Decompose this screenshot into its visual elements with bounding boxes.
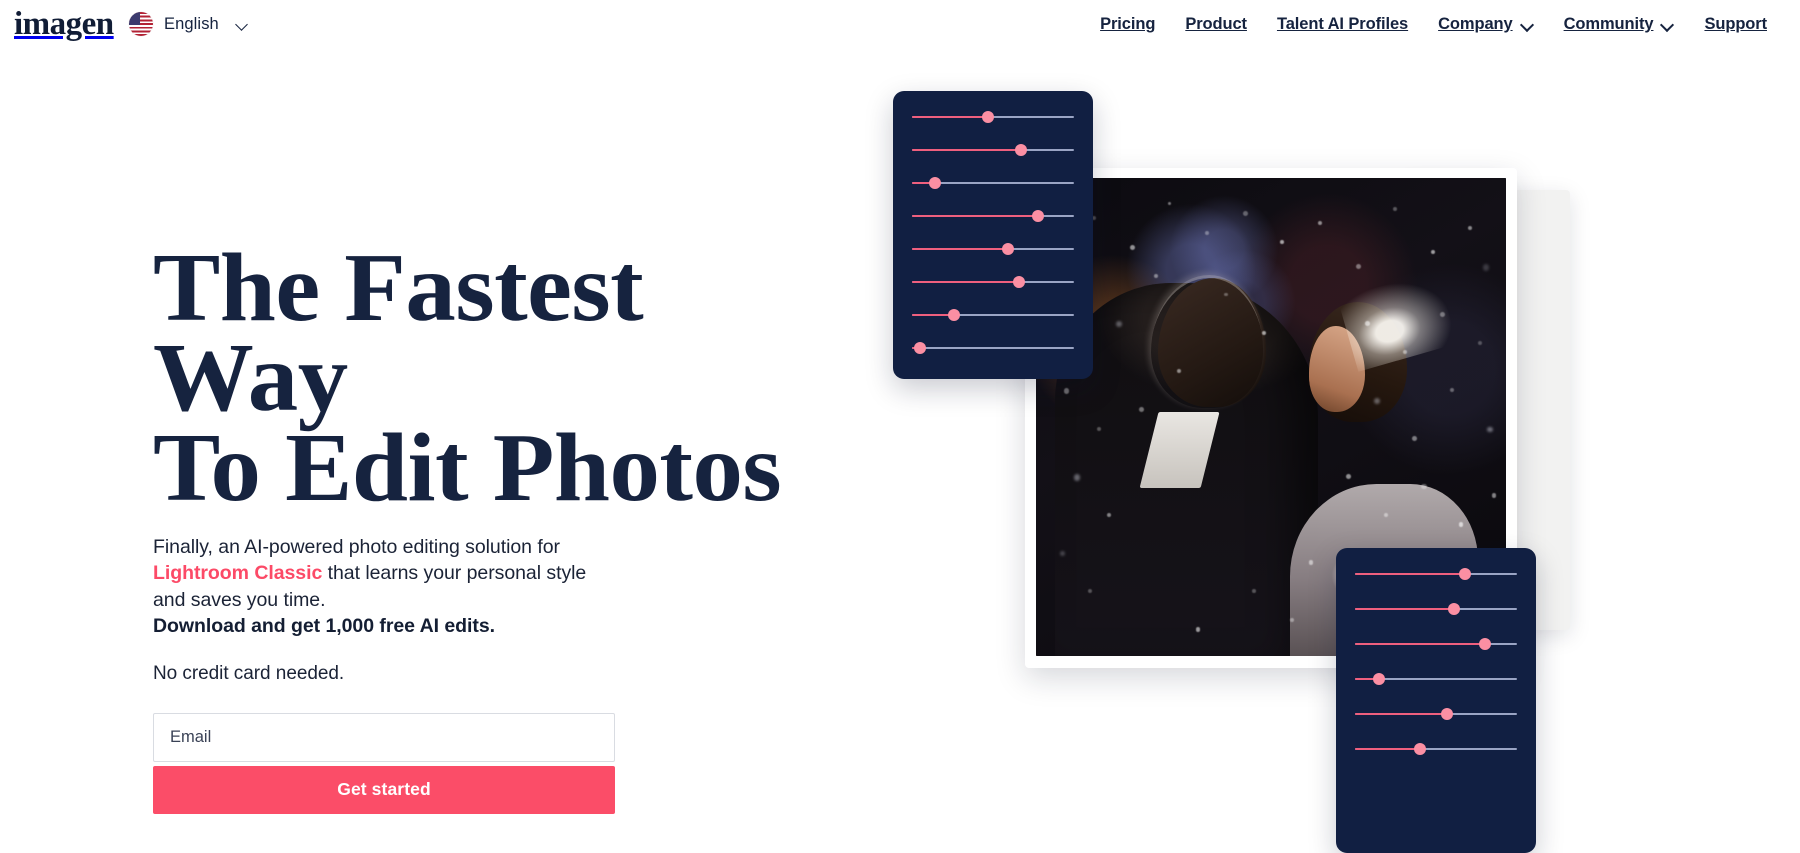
nav-label: Product — [1185, 15, 1247, 33]
slider-thumb[interactable] — [1012, 276, 1025, 288]
nav-label: Pricing — [1100, 15, 1156, 33]
slider-fill — [912, 149, 1021, 151]
main-navigation: Pricing Product Talent AI Profiles Compa… — [1085, 13, 1782, 35]
subcopy-accent-lightroom-classic: Lightroom Classic — [153, 562, 323, 585]
page-title: The Fastest Way To Edit Photos — [153, 234, 782, 522]
slider-thumb[interactable] — [1447, 603, 1460, 615]
subcopy-text-1: Finally, an AI-powered photo editing sol… — [153, 535, 560, 558]
signup-form: Get started — [153, 712, 615, 814]
slider-2[interactable] — [912, 144, 1074, 156]
slider-fill — [1355, 713, 1448, 715]
slider-4[interactable] — [1355, 673, 1517, 685]
chevron-down-icon — [1521, 18, 1534, 31]
slider-5[interactable] — [1355, 708, 1517, 720]
slider-fill — [1355, 608, 1454, 610]
slider-fill — [912, 116, 989, 118]
slider-5[interactable] — [912, 243, 1074, 255]
subcopy-bold-offer: Download and get 1,000 free AI edits. — [153, 615, 496, 638]
chevron-down-icon — [236, 18, 249, 31]
language-label: English — [164, 14, 219, 33]
slider-thumb[interactable] — [914, 342, 927, 354]
slider-fill — [912, 281, 1019, 283]
slider-fill — [912, 215, 1039, 217]
nav-item-talent-ai-profiles[interactable]: Talent AI Profiles — [1262, 13, 1423, 35]
get-started-button[interactable]: Get started — [153, 765, 615, 814]
slider-fill — [1355, 573, 1466, 575]
site-header: imagen English Pricing Product Talent AI… — [0, 0, 1800, 53]
slider-thumb[interactable] — [1478, 638, 1491, 650]
nav-item-company[interactable]: Company — [1423, 13, 1548, 35]
editing-sliders-panel-top — [893, 91, 1093, 379]
slider-fill — [1355, 748, 1420, 750]
language-switcher[interactable]: English — [129, 12, 249, 36]
slider-thumb[interactable] — [1001, 243, 1014, 255]
hero-subcopy: Finally, an AI-powered photo editing sol… — [153, 534, 621, 640]
slider-fill — [912, 248, 1008, 250]
nav-label: Company — [1438, 15, 1513, 33]
slider-3[interactable] — [1355, 638, 1517, 650]
slider-1[interactable] — [1355, 568, 1517, 580]
nav-item-product[interactable]: Product — [1170, 13, 1262, 35]
brand-wordmark: imagen — [14, 5, 114, 42]
slider-1[interactable] — [912, 111, 1074, 123]
hero-visual — [880, 0, 1800, 853]
slider-thumb[interactable] — [948, 309, 961, 321]
chevron-down-icon — [1661, 18, 1674, 31]
nav-label: Community — [1563, 15, 1654, 33]
slider-thumb[interactable] — [1373, 673, 1386, 685]
nav-item-community[interactable]: Community — [1549, 13, 1690, 35]
slider-track — [912, 347, 1074, 349]
brand-logo[interactable]: imagen — [14, 4, 114, 44]
slider-8[interactable] — [912, 342, 1074, 354]
nav-label: Talent AI Profiles — [1276, 15, 1409, 33]
slider-3[interactable] — [912, 177, 1074, 189]
no-credit-card-note: No credit card needed. — [153, 662, 345, 684]
slider-7[interactable] — [912, 309, 1074, 321]
hero-content: The Fastest Way To Edit Photos Finally, … — [153, 239, 833, 814]
nav-item-pricing[interactable]: Pricing — [1085, 13, 1170, 35]
slider-6[interactable] — [1355, 743, 1517, 755]
slider-thumb[interactable] — [1032, 210, 1045, 222]
nav-label: Support — [1704, 15, 1767, 33]
slider-2[interactable] — [1355, 603, 1517, 615]
slider-thumb[interactable] — [982, 111, 995, 123]
slider-6[interactable] — [912, 276, 1074, 288]
slider-fill — [1355, 643, 1485, 645]
us-flag-icon — [129, 12, 153, 36]
editing-sliders-panel-bottom — [1336, 548, 1536, 853]
slider-thumb[interactable] — [928, 177, 941, 189]
nav-item-support[interactable]: Support — [1689, 13, 1782, 35]
email-input[interactable] — [153, 712, 615, 762]
slider-thumb[interactable] — [1459, 568, 1472, 580]
slider-thumb[interactable] — [1014, 144, 1027, 156]
slider-thumb[interactable] — [1413, 743, 1426, 755]
slider-4[interactable] — [912, 210, 1074, 222]
slider-thumb[interactable] — [1441, 708, 1454, 720]
